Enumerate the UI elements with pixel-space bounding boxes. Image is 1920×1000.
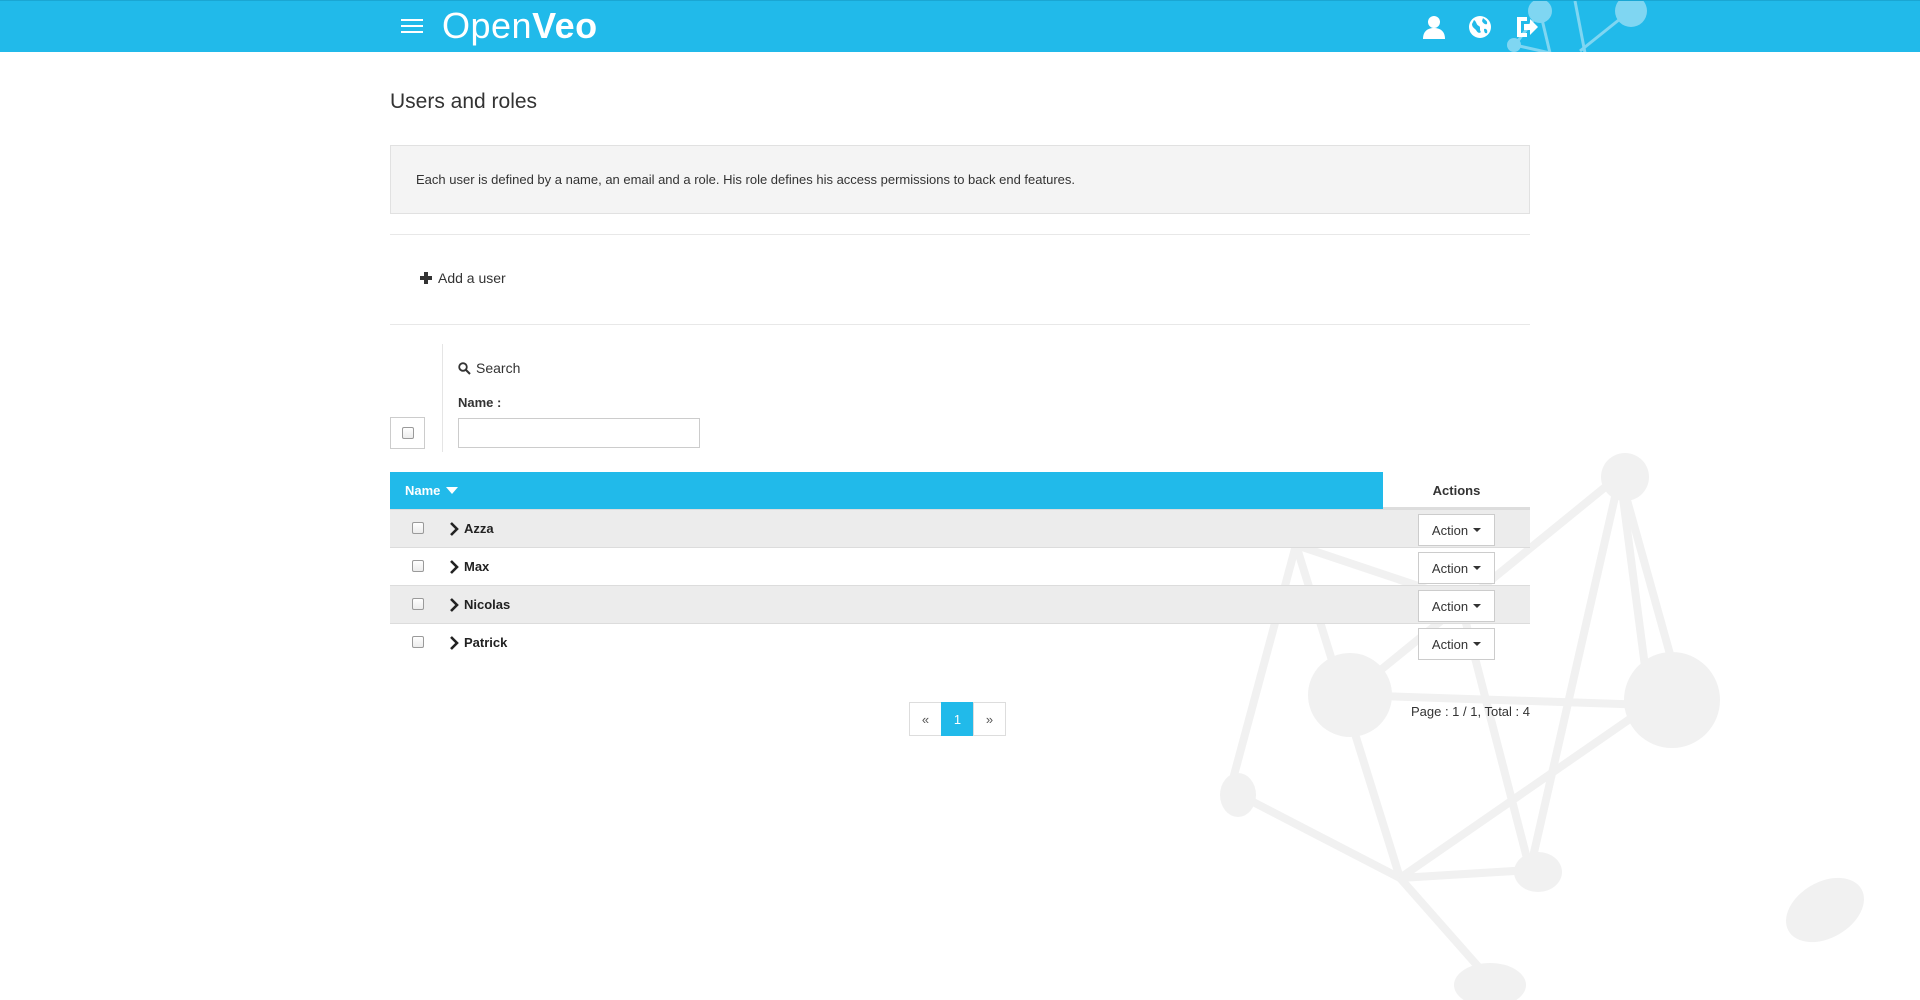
- navbar-inner: OpenVeo: [390, 1, 1647, 52]
- pagination-page-button[interactable]: 1: [941, 702, 974, 736]
- action-dropdown-button[interactable]: Action: [1418, 590, 1495, 622]
- logo-text-veo: Veo: [532, 5, 598, 46]
- user-name[interactable]: Max: [464, 559, 489, 574]
- user-name[interactable]: Nicolas: [464, 597, 510, 612]
- info-box: Each user is defined by a name, an email…: [390, 145, 1530, 214]
- row-checkbox[interactable]: [412, 560, 424, 572]
- divider: [390, 234, 1530, 235]
- action-dropdown-button[interactable]: Action: [1418, 628, 1495, 660]
- row-checkbox[interactable]: [412, 522, 424, 534]
- column-header-name-label: Name: [405, 483, 441, 498]
- divider: [390, 324, 1530, 325]
- search-header: Search: [458, 360, 520, 376]
- table-row: Max Action: [390, 547, 1530, 585]
- chevron-right-icon[interactable]: [448, 522, 460, 536]
- users-table: Name Actions Azza Action Max Action Nico…: [390, 472, 1530, 661]
- name-filter-label: Name :: [458, 395, 502, 410]
- plus-icon: [420, 272, 432, 284]
- search-label: Search: [476, 360, 521, 376]
- row-checkbox[interactable]: [412, 636, 424, 648]
- chevron-right-icon[interactable]: [448, 598, 460, 612]
- action-label: Action: [1431, 636, 1469, 652]
- chevron-right-icon[interactable]: [448, 636, 460, 650]
- chevron-right-icon[interactable]: [448, 560, 460, 574]
- select-all-box: [390, 417, 425, 449]
- column-header-actions: Actions: [1383, 472, 1530, 509]
- header-icons: [1420, 13, 1540, 41]
- add-user-link[interactable]: Add a user: [420, 270, 506, 286]
- search-divider: [442, 344, 443, 452]
- add-user-label: Add a user: [438, 270, 506, 286]
- select-all-checkbox[interactable]: [401, 427, 414, 439]
- pagination: « 1 »: [909, 702, 1006, 736]
- page-info: Page : 1 / 1, Total : 4: [1410, 704, 1530, 719]
- caret-down-icon: [1473, 604, 1482, 608]
- pagination-prev-button[interactable]: «: [909, 702, 942, 736]
- logo-text-open: Open: [442, 5, 533, 46]
- table-row: Azza Action: [390, 509, 1530, 547]
- caret-down-icon: [1473, 642, 1482, 646]
- page-title: Users and roles: [390, 90, 538, 113]
- sort-caret-icon: [446, 487, 459, 494]
- action-label: Action: [1431, 522, 1469, 538]
- action-dropdown-button[interactable]: Action: [1418, 552, 1495, 584]
- name-filter-input[interactable]: [458, 418, 700, 448]
- action-dropdown-button[interactable]: Action: [1418, 514, 1495, 546]
- action-label: Action: [1431, 598, 1469, 614]
- column-header-name[interactable]: Name: [390, 472, 1383, 509]
- search-icon: [458, 361, 471, 375]
- openveo-logo[interactable]: OpenVeo: [442, 5, 598, 47]
- logout-icon[interactable]: [1512, 13, 1540, 41]
- row-checkbox[interactable]: [412, 598, 424, 610]
- action-label: Action: [1431, 560, 1469, 576]
- caret-down-icon: [1473, 566, 1482, 570]
- menu-icon[interactable]: [400, 15, 424, 39]
- table-row: Patrick Action: [390, 623, 1530, 661]
- top-navbar: OpenVeo: [0, 0, 1920, 52]
- globe-icon[interactable]: [1466, 13, 1494, 41]
- caret-down-icon: [1473, 528, 1482, 532]
- pagination-next-button[interactable]: »: [973, 702, 1006, 736]
- table-header: Name Actions: [390, 472, 1530, 509]
- table-row: Nicolas Action: [390, 585, 1530, 623]
- user-name[interactable]: Azza: [464, 521, 494, 536]
- user-icon[interactable]: [1420, 13, 1448, 41]
- user-name[interactable]: Patrick: [464, 635, 507, 650]
